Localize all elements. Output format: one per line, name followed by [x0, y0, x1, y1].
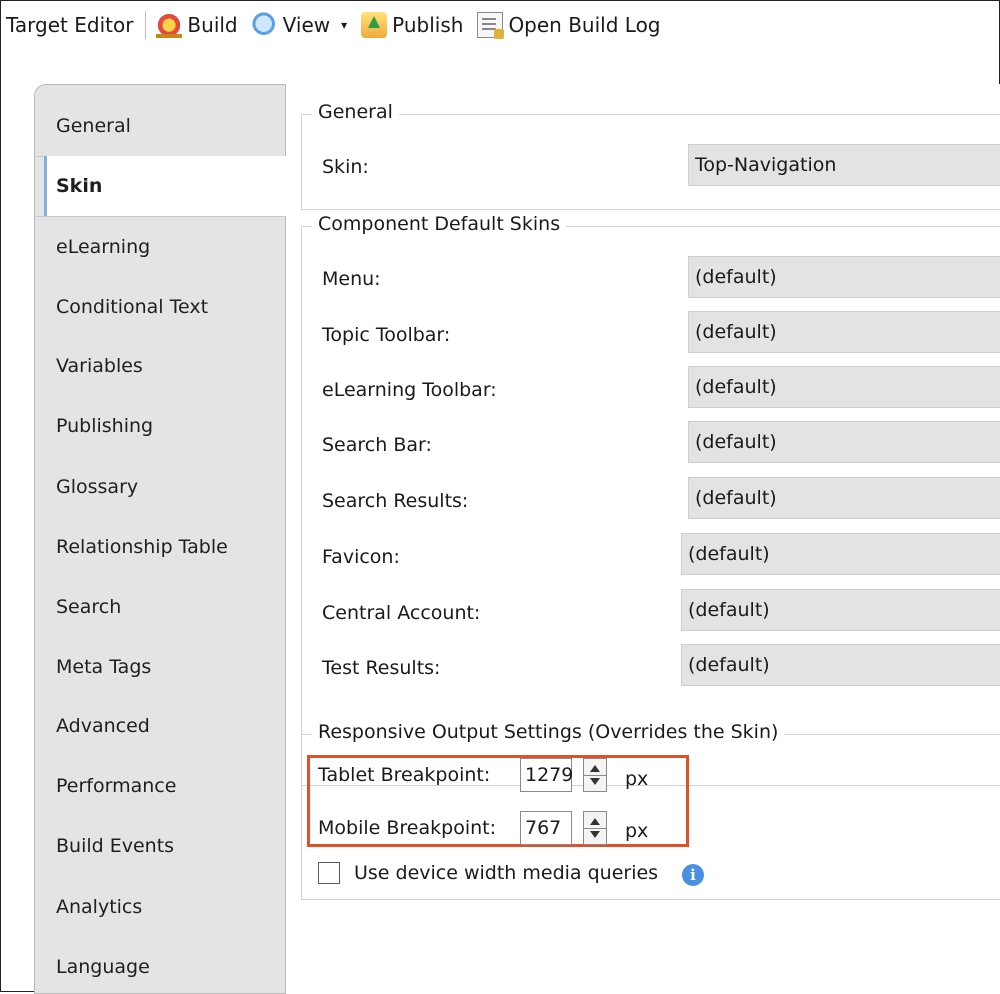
chevron-down-icon[interactable]: ▾	[341, 18, 347, 32]
tab-advanced[interactable]: Advanced	[56, 715, 150, 737]
open-build-log-label: Open Build Log	[508, 13, 661, 37]
elearning-toolbar-label: eLearning Toolbar:	[322, 379, 497, 401]
mobile-unit-label: px	[625, 820, 649, 842]
view-icon	[251, 12, 278, 38]
favicon-select[interactable]: (default)	[681, 533, 1000, 575]
view-label: View	[282, 13, 331, 37]
menu-skin-select[interactable]: (default)	[688, 256, 1000, 298]
tab-analytics[interactable]: Analytics	[56, 896, 142, 918]
search-bar-skin-select[interactable]: (default)	[688, 421, 1000, 463]
general-group-legend: General	[312, 101, 399, 123]
tab-glossary[interactable]: Glossary	[56, 476, 138, 498]
tab-meta-tags[interactable]: Meta Tags	[56, 656, 151, 678]
topic-toolbar-skin-select[interactable]: (default)	[688, 311, 1000, 353]
build-label: Build	[187, 13, 238, 37]
mobile-breakpoint-input[interactable]: 767	[520, 811, 572, 845]
responsive-output-legend: Responsive Output Settings (Overrides th…	[312, 721, 785, 743]
skin-settings-panel: General Skin: Top-Navigation Component D…	[286, 84, 1000, 994]
info-icon[interactable]: i	[682, 864, 704, 886]
tablet-breakpoint-label: Tablet Breakpoint:	[318, 764, 491, 786]
tab-relationship-table[interactable]: Relationship Table	[56, 536, 228, 558]
spin-up-icon[interactable]	[590, 818, 600, 825]
tab-performance[interactable]: Performance	[56, 775, 176, 797]
favicon-label: Favicon:	[322, 546, 400, 568]
elearning-toolbar-skin-value: (default)	[695, 376, 777, 398]
tab-variables[interactable]: Variables	[56, 355, 143, 377]
search-bar-skin-value: (default)	[695, 431, 777, 453]
tab-search[interactable]: Search	[56, 596, 121, 618]
mobile-breakpoint-spinner[interactable]	[583, 811, 607, 845]
skin-select-value: Top-Navigation	[695, 154, 837, 176]
spin-down-icon[interactable]	[590, 831, 600, 838]
toolbar-separator	[145, 11, 147, 39]
test-results-select[interactable]: (default)	[681, 644, 1000, 686]
tablet-unit-label: px	[625, 768, 649, 790]
favicon-value: (default)	[688, 543, 770, 565]
spinner-divider	[584, 775, 606, 776]
editor-title: Target Editor	[6, 13, 134, 37]
open-build-log-button[interactable]: Open Build Log	[477, 12, 661, 39]
build-icon	[156, 12, 183, 38]
spinner-divider	[584, 828, 606, 829]
mobile-breakpoint-label: Mobile Breakpoint:	[318, 817, 496, 839]
central-account-value: (default)	[688, 599, 770, 621]
search-bar-label: Search Bar:	[322, 434, 432, 456]
tab-build-events[interactable]: Build Events	[56, 835, 174, 857]
publish-button[interactable]: Publish	[361, 12, 463, 38]
tab-skin-label: Skin	[56, 175, 103, 197]
elearning-toolbar-skin-select[interactable]: (default)	[688, 366, 1000, 408]
build-button[interactable]: Build	[156, 12, 238, 38]
component-default-skins-legend: Component Default Skins	[312, 213, 567, 235]
publish-label: Publish	[392, 13, 464, 37]
tab-conditional-text[interactable]: Conditional Text	[56, 296, 208, 318]
topic-toolbar-skin-value: (default)	[695, 321, 777, 343]
tab-elearning[interactable]: eLearning	[56, 236, 150, 258]
central-account-label: Central Account:	[322, 602, 481, 624]
spin-up-icon[interactable]	[590, 765, 600, 772]
spin-down-icon[interactable]	[590, 778, 600, 785]
tablet-breakpoint-spinner[interactable]	[583, 758, 607, 792]
tab-publishing[interactable]: Publishing	[56, 415, 153, 437]
skin-label: Skin:	[322, 156, 369, 178]
publish-icon	[361, 12, 388, 38]
tab-language[interactable]: Language	[56, 956, 150, 978]
device-width-label: Use device width media queries	[354, 862, 659, 884]
tablet-breakpoint-input[interactable]: 1279	[520, 758, 574, 792]
search-results-skin-select[interactable]: (default)	[688, 477, 1000, 519]
search-results-label: Search Results:	[322, 490, 469, 512]
view-button[interactable]: View ▾	[251, 12, 347, 38]
tablet-breakpoint-value: 1279	[525, 764, 574, 786]
topic-toolbar-label: Topic Toolbar:	[322, 324, 451, 346]
test-results-value: (default)	[688, 654, 770, 676]
central-account-select[interactable]: (default)	[681, 589, 1000, 631]
tab-skin[interactable]: Skin	[44, 156, 286, 216]
search-results-skin-value: (default)	[695, 487, 777, 509]
tab-divider	[34, 216, 286, 217]
mobile-breakpoint-value: 767	[525, 817, 562, 839]
skin-select[interactable]: Top-Navigation	[688, 144, 1000, 186]
toolbar: Target Editor Build View ▾ Publish Open …	[0, 0, 1000, 50]
menu-skin-value: (default)	[695, 266, 777, 288]
test-results-label: Test Results:	[322, 657, 441, 679]
tab-general[interactable]: General	[56, 115, 131, 137]
menu-label: Menu:	[322, 268, 381, 290]
device-width-checkbox[interactable]	[318, 862, 340, 884]
build-log-icon	[477, 12, 505, 39]
